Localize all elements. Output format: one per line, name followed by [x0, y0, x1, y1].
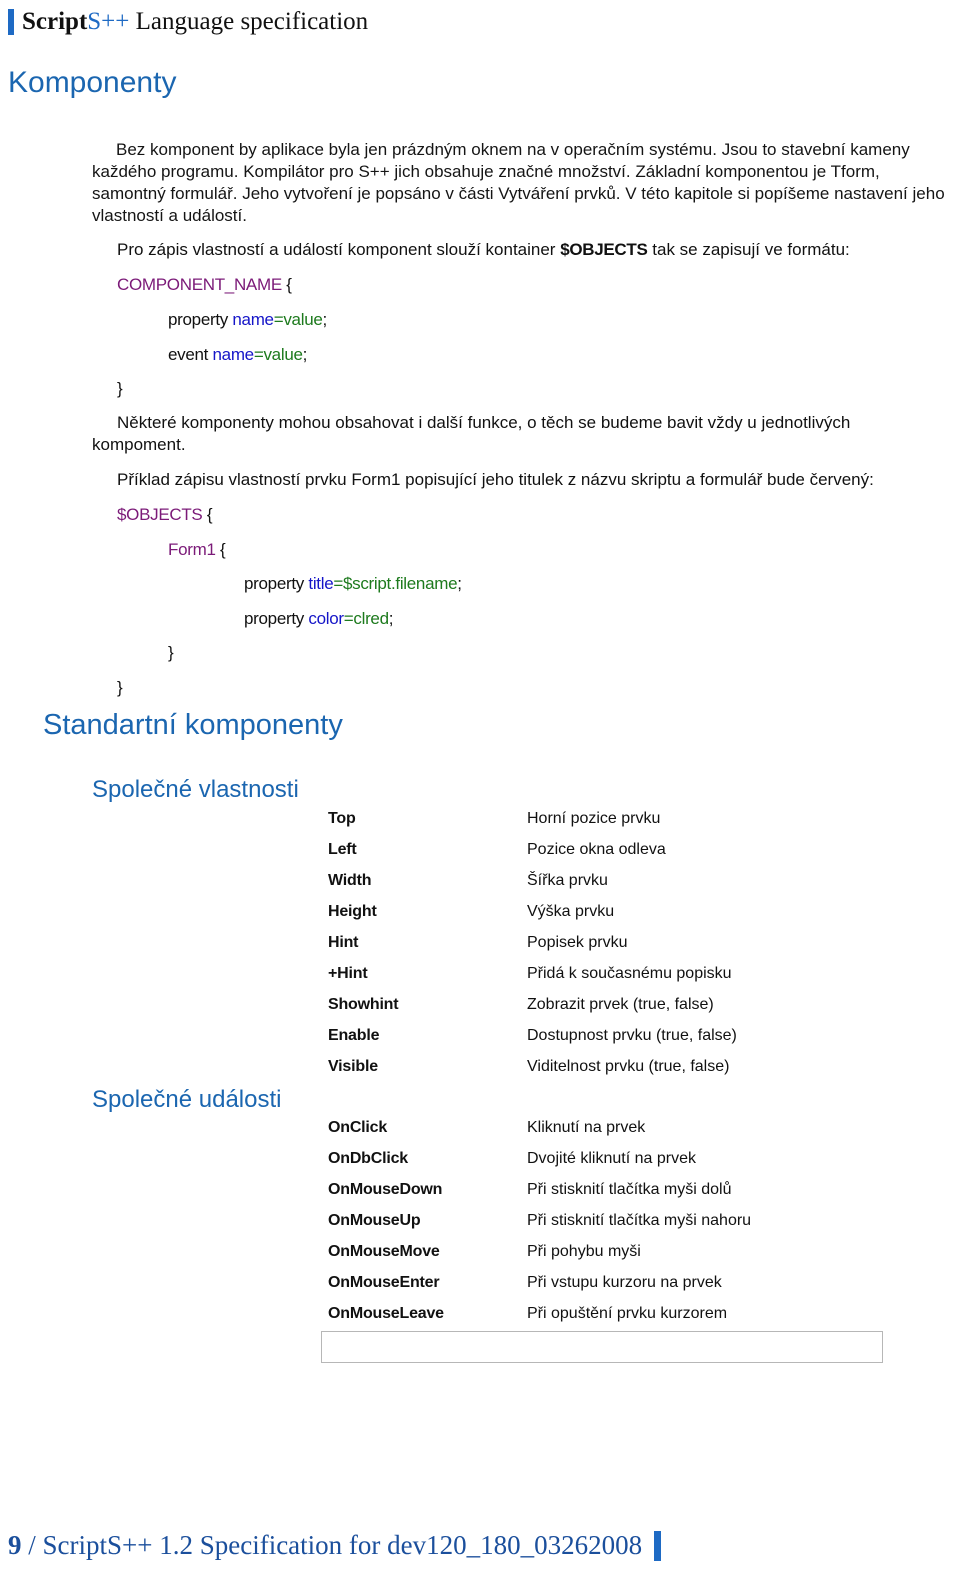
code-keyword: event — [168, 345, 213, 364]
property-desc: Viditelnost prvku (true, false) — [527, 1058, 730, 1075]
code-event-line: event name=value; — [168, 345, 307, 365]
footer-accent-bar — [654, 1530, 662, 1561]
property-name: +Hint — [328, 965, 368, 982]
property-name: Height — [328, 903, 377, 920]
property-name: Visible — [328, 1058, 378, 1075]
page-header: ScriptS++ Language specification — [8, 8, 368, 36]
event-desc: Dvojité kliknutí na prvek — [527, 1150, 696, 1167]
property-name: Hint — [328, 934, 359, 951]
code-equals: = — [333, 574, 343, 593]
code-value: value — [283, 310, 323, 329]
code-keyword: property — [168, 310, 233, 329]
property-name: Enable — [328, 1027, 380, 1044]
note-line-2: kompoment. — [92, 435, 186, 454]
standard-components-heading: Standartní komponenty — [43, 709, 343, 741]
property-name: Width — [328, 872, 372, 889]
example-prop-title-line: property title=$script.filename; — [244, 574, 462, 594]
format-intro-tail: tak se zapisují ve formátu: — [647, 240, 850, 259]
title-rest: Language specification — [129, 8, 369, 35]
event-name: OnDbClick — [328, 1150, 408, 1167]
event-desc: Při vstupu kurzoru na prvek — [527, 1274, 722, 1291]
code-name: title — [308, 574, 334, 593]
example-outer-close-brace: } — [117, 678, 123, 697]
code-component-name: COMPONENT_NAME — [117, 275, 282, 294]
event-desc: Při stisknití tlačítka myši dolů — [527, 1181, 732, 1198]
code-brace: { — [281, 275, 292, 294]
event-name: OnMouseLeave — [328, 1305, 444, 1322]
section-heading: Komponenty — [8, 66, 177, 99]
format-intro: Pro zápis vlastností a událostí komponen… — [117, 240, 850, 260]
code-name: name — [212, 345, 255, 364]
code-keyword: property — [244, 574, 309, 593]
header-accent-bar — [8, 9, 14, 35]
code-name: name — [232, 310, 274, 329]
example-container-line: $OBJECTS { — [117, 505, 213, 525]
event-name: OnMouseDown — [328, 1181, 443, 1198]
code-semicolon: ; — [302, 345, 308, 364]
title-accent: S++ — [87, 8, 130, 35]
code-property-line: property name=value; — [168, 310, 327, 330]
code-equals: = — [343, 609, 354, 628]
property-desc: Popisek prvku — [527, 934, 628, 951]
example-component-line: Form1 { — [168, 540, 226, 560]
code-name: color — [308, 609, 344, 628]
property-desc: Dostupnost prvku (true, false) — [527, 1027, 737, 1044]
footer-spec-title: / ScriptS++ 1.2 Specification for dev120… — [21, 1530, 643, 1560]
code-brace: { — [215, 540, 226, 559]
intro-text: Bez komponent by aplikace byla jen prázd… — [92, 140, 945, 225]
event-desc: Při stisknití tlačítka myši nahoru — [527, 1212, 752, 1229]
format-intro-text: Pro zápis vlastností a událostí komponen… — [117, 240, 561, 259]
empty-table-row — [321, 1331, 883, 1363]
property-name: Showhint — [328, 996, 399, 1013]
event-desc: Při pohybu myši — [527, 1243, 641, 1260]
page-number: 9 — [8, 1530, 22, 1560]
event-desc: Při opuštění prvku kurzorem — [527, 1305, 728, 1322]
property-desc: Pozice okna odleva — [527, 841, 666, 858]
common-properties-heading: Společné vlastnosti — [92, 776, 299, 803]
page-footer: 9 / ScriptS++ 1.2 Specification for dev1… — [8, 1530, 662, 1561]
event-name: OnMouseUp — [328, 1212, 421, 1229]
property-desc: Horní pozice prvku — [527, 810, 661, 827]
event-name: OnClick — [328, 1119, 388, 1136]
property-desc: Zobrazit prvek (true, false) — [527, 996, 714, 1013]
property-desc: Výška prvku — [527, 903, 615, 920]
code-value: value — [263, 345, 303, 364]
property-desc: Přidá k současnému popisku — [527, 965, 732, 982]
code-component-name: Form1 — [168, 540, 216, 559]
code-value: $script.filename — [343, 574, 458, 593]
code-component-line: COMPONENT_NAME { — [117, 275, 292, 295]
code-equals: = — [273, 310, 284, 329]
footer-text: 9 / ScriptS++ 1.2 Specification for dev1… — [8, 1530, 642, 1561]
example-prop-color-line: property color=clred; — [244, 609, 394, 629]
objects-keyword: $OBJECTS — [560, 240, 648, 259]
property-name: Top — [328, 810, 356, 827]
code-brace: { — [202, 505, 213, 524]
property-name: Left — [328, 841, 357, 858]
note-line-1: Některé komponenty mohou obsahovat i dal… — [117, 413, 851, 432]
example-intro: Příklad zápisu vlastností prvku Form1 po… — [117, 470, 874, 489]
event-name: OnMouseMove — [328, 1243, 440, 1260]
common-events-heading: Společné události — [92, 1086, 282, 1113]
code-value: clred — [353, 609, 389, 628]
code-close-brace: } — [117, 379, 123, 398]
code-semicolon: ; — [388, 609, 394, 628]
document-title: ScriptS++ Language specification — [22, 8, 368, 36]
intro-paragraph: Bez komponent by aplikace byla jen prázd… — [92, 139, 952, 227]
code-container-name: $OBJECTS — [117, 505, 203, 524]
code-semicolon: ; — [322, 310, 328, 329]
event-desc: Kliknutí na prvek — [527, 1119, 646, 1136]
title-bold: Script — [22, 8, 88, 35]
code-keyword: property — [244, 609, 309, 628]
example-inner-close-brace: } — [168, 643, 174, 662]
property-desc: Šířka prvku — [527, 872, 608, 889]
event-name: OnMouseEnter — [328, 1274, 440, 1291]
code-semicolon: ; — [457, 574, 462, 593]
